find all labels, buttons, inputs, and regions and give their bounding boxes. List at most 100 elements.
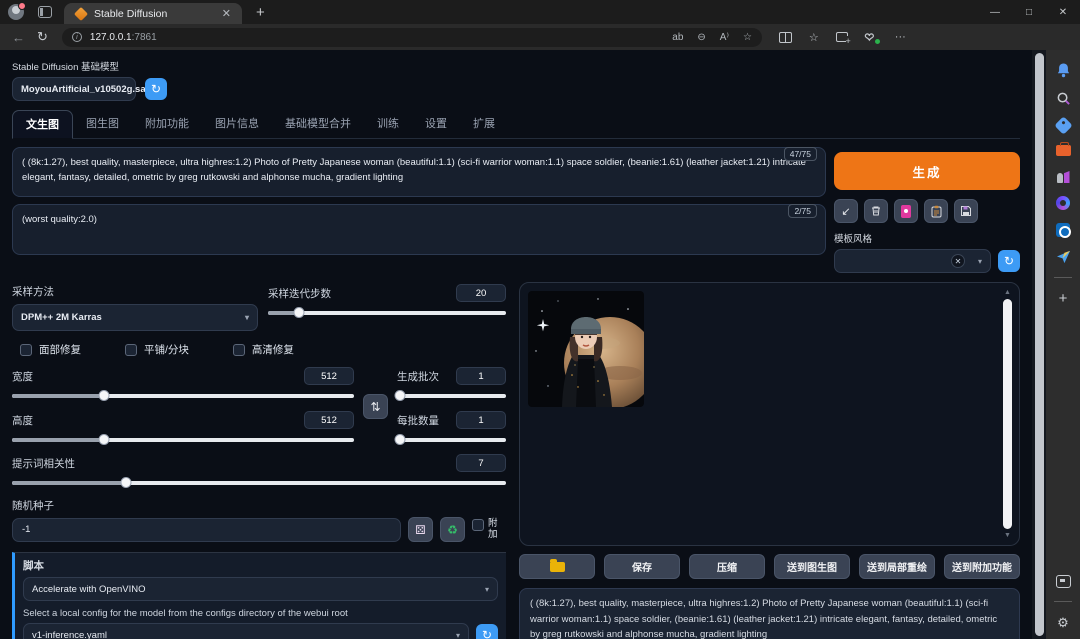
tiling-checkbox[interactable]: 平铺/分块 [125, 342, 189, 357]
page-scrollbar[interactable] [1032, 50, 1046, 639]
batch-size-value[interactable]: 1 [456, 411, 506, 429]
save-style-button[interactable] [954, 199, 978, 223]
notifications-bell-icon[interactable] [1056, 62, 1071, 78]
page-scrollbar-thumb[interactable] [1034, 53, 1044, 636]
browser-essentials-icon[interactable] [865, 31, 880, 44]
outlook-icon[interactable] [1056, 223, 1071, 238]
translate-icon[interactable]: ab [672, 32, 683, 43]
negative-prompt-textarea[interactable]: (worst quality:2.0) [12, 204, 826, 255]
zoom-out-icon[interactable]: ⊖ [697, 32, 705, 43]
reuse-seed-button[interactable]: ♻ [440, 517, 465, 542]
model-dropdown[interactable]: MoyouArtificial_v10502g.sa ▾ [12, 77, 156, 101]
cfg-scale-value[interactable]: 7 [456, 454, 506, 472]
swap-dimensions-button[interactable]: ⇅ [363, 394, 388, 419]
generated-image[interactable] [528, 291, 644, 407]
send-to-extras-button[interactable]: 送到附加功能 [944, 554, 1020, 579]
scroll-up-icon[interactable]: ▲ [1004, 289, 1011, 296]
open-folder-button[interactable] [519, 554, 595, 579]
styles-refresh-button[interactable]: ↻ [998, 250, 1020, 272]
random-seed-button[interactable]: ⚄ [408, 517, 433, 542]
tools-icon[interactable] [1055, 142, 1071, 156]
paste-params-button[interactable]: ↙ [834, 199, 858, 223]
model-refresh-button[interactable]: ↻ [145, 78, 167, 100]
back-icon[interactable]: ← [12, 30, 25, 45]
height-value[interactable]: 512 [304, 411, 354, 429]
send-to-img2img-button[interactable]: 送到图生图 [774, 554, 850, 579]
favorite-star-icon[interactable]: ☆ [743, 32, 752, 43]
restore-faces-checkbox[interactable]: 面部修复 [20, 342, 81, 357]
steps-slider[interactable] [268, 307, 506, 319]
reload-icon[interactable]: ↻ [37, 29, 48, 45]
gallery-scrollbar-thumb[interactable] [1003, 299, 1012, 529]
sampler-value: DPM++ 2M Karras [21, 312, 102, 323]
sampler-dropdown[interactable]: DPM++ 2M Karras ▾ [12, 304, 258, 331]
gallery-scrollbar[interactable]: ▲ ▼ [1001, 289, 1014, 539]
tab-close-icon[interactable]: ✕ [219, 7, 234, 20]
search-icon[interactable] [1056, 91, 1071, 106]
edge-sidebar: + ⚙ [1046, 50, 1080, 639]
width-slider[interactable] [12, 390, 354, 402]
apply-style-button[interactable] [924, 199, 948, 223]
tab-extensions[interactable]: 扩展 [460, 110, 508, 138]
sidebar-add-icon[interactable]: + [1059, 291, 1068, 306]
cfg-scale-slider[interactable] [12, 477, 506, 489]
batch-size-slider[interactable] [394, 434, 506, 446]
seed-input[interactable]: -1 [12, 517, 401, 542]
read-aloud-icon[interactable]: A⁾ [720, 32, 729, 43]
settings-icon[interactable]: ⚙ [1057, 615, 1069, 631]
maximize-button[interactable]: □ [1012, 0, 1046, 24]
tab-train[interactable]: 训练 [364, 110, 412, 138]
send-to-inpaint-button[interactable]: 送到局部重绘 [859, 554, 935, 579]
height-slider[interactable] [12, 434, 354, 446]
main-tabs: 文生图 图生图 附加功能 图片信息 基础模型合并 训练 设置 扩展 [12, 110, 1020, 139]
config-dropdown[interactable]: v1-inference.yaml ▾ [23, 623, 469, 639]
minimize-button[interactable]: — [978, 0, 1012, 24]
tab-checkpoint-merger[interactable]: 基础模型合并 [272, 110, 364, 138]
batch-count-slider[interactable] [394, 390, 506, 402]
browser-tab[interactable]: Stable Diffusion ✕ [64, 3, 242, 24]
script-label: 脚本 [23, 560, 44, 572]
chevron-down-icon: ▾ [484, 584, 489, 594]
generate-button[interactable]: 生成 [834, 152, 1020, 190]
clear-styles-icon[interactable]: ✕ [950, 254, 965, 268]
tab-actions-icon[interactable] [38, 6, 52, 18]
width-label: 宽度 [12, 370, 33, 383]
url-bar[interactable]: i 127.0.0.1 :7861 ab ⊖ A⁾ ☆ [61, 27, 762, 47]
hires-fix-checkbox[interactable]: 高清修复 [232, 342, 294, 357]
tab-settings[interactable]: 设置 [412, 110, 460, 138]
shopping-icon[interactable] [1053, 116, 1073, 135]
tab-txt2img[interactable]: 文生图 [12, 110, 73, 139]
collections-icon[interactable] [835, 32, 851, 46]
batch-count-value[interactable]: 1 [456, 367, 506, 385]
more-menu-icon[interactable]: ··· [895, 31, 906, 43]
new-tab-button[interactable]: + [256, 5, 265, 20]
styles-dropdown[interactable]: ✕ ▾ [834, 249, 991, 273]
close-button[interactable]: ✕ [1046, 0, 1080, 24]
zip-button[interactable]: 压缩 [689, 554, 765, 579]
info-prompt: ( (8k:1.27), best quality, masterpiece, … [530, 598, 998, 639]
scroll-down-icon[interactable]: ▼ [1004, 532, 1011, 539]
clear-prompt-button[interactable] [864, 199, 888, 223]
extra-seed-checkbox[interactable]: 附加 [472, 518, 506, 541]
profile-avatar[interactable] [8, 2, 26, 20]
games-icon[interactable] [1056, 169, 1071, 183]
site-info-icon[interactable]: i [71, 32, 82, 42]
width-value[interactable]: 512 [304, 367, 354, 385]
split-screen-icon[interactable] [778, 31, 792, 43]
script-dropdown[interactable]: Accelerate with OpenVINO ▾ [23, 577, 498, 601]
steps-value[interactable]: 20 [456, 284, 506, 302]
prompt-textarea[interactable]: ( (8k:1.27), best quality, masterpiece, … [12, 147, 826, 197]
sidebar-customize-icon[interactable] [1055, 575, 1071, 588]
tab-extras[interactable]: 附加功能 [132, 110, 202, 138]
drop-icon[interactable] [1056, 250, 1071, 264]
seed-label: 随机种子 [12, 500, 54, 512]
config-refresh-button[interactable]: ↻ [476, 624, 498, 639]
tab-img2img[interactable]: 图生图 [73, 110, 132, 138]
prompt-token-counter: 47/75 [783, 147, 817, 161]
tab-png-info[interactable]: 图片信息 [202, 110, 272, 138]
save-button[interactable]: 保存 [604, 554, 680, 579]
extra-networks-button[interactable] [894, 199, 918, 223]
copilot-icon[interactable] [1056, 196, 1070, 210]
checkbox-icon [472, 518, 484, 531]
favorites-icon[interactable]: ☆ [809, 31, 819, 44]
